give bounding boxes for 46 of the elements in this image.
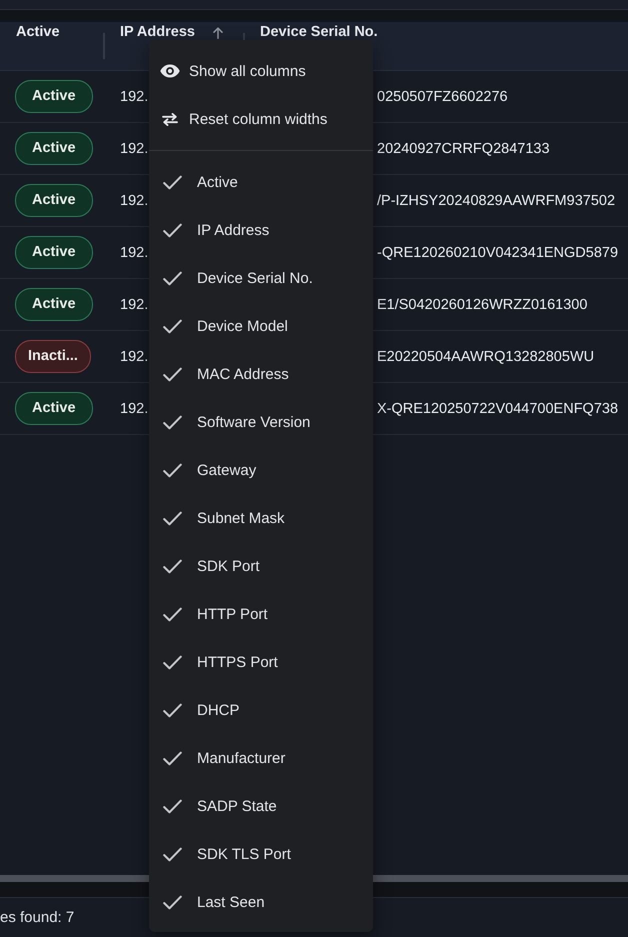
table-cell-text: -QRE120260210V042341ENGD5879 <box>377 244 618 262</box>
status-badge: Active <box>15 236 93 269</box>
menu-item[interactable]: Software Version <box>149 398 373 446</box>
menu-item[interactable]: SDK Port <box>149 542 373 590</box>
table-cell-text: 192. <box>120 400 148 418</box>
menu-item[interactable]: Gateway <box>149 446 373 494</box>
table-cell-text: X-QRE120250722V044700ENFQ738 <box>377 400 618 418</box>
menu-item[interactable]: Subnet Mask <box>149 494 373 542</box>
menu-item[interactable]: SADP State <box>149 782 373 830</box>
table-cell-text: E20220504AAWRQ13282805WU <box>377 348 594 366</box>
status-badge: Active <box>15 80 93 113</box>
table-cell-text: E1/S0420260126WRZZ0161300 <box>377 296 588 314</box>
menu-item[interactable]: Active <box>149 158 373 206</box>
menu-item[interactable]: HTTP Port <box>149 590 373 638</box>
table-cell-text: 192. <box>120 192 148 210</box>
menu-item[interactable]: IP Address <box>149 206 373 254</box>
table-cell-text: 192. <box>120 88 148 106</box>
menu-item[interactable]: Device Serial No. <box>149 254 373 302</box>
column-header[interactable]: IP Address <box>120 24 195 40</box>
table-cell-text: 0250507FZ6602276 <box>377 88 508 106</box>
table-cell-text: 192. <box>120 296 148 314</box>
status-badge: Active <box>15 184 93 217</box>
sort-arrow-icon[interactable] <box>212 27 223 39</box>
status-badge: Active <box>15 288 93 321</box>
menu-item[interactable]: MAC Address <box>149 350 373 398</box>
swap-arrows-icon <box>162 112 178 126</box>
menu-item[interactable]: DHCP <box>149 686 373 734</box>
table-cell-text: 192. <box>120 140 148 158</box>
status-badge: Inacti... <box>15 340 91 373</box>
column-header[interactable]: Device Serial No. <box>260 24 378 40</box>
menu-item[interactable]: SDK TLS Port <box>149 830 373 878</box>
eye-icon <box>160 64 180 78</box>
table-cell-text: /P-IZHSY20240829AAWRFM937502 <box>377 192 616 210</box>
menu-item[interactable]: Reset column widths <box>149 95 373 143</box>
menu-item[interactable]: Last Seen <box>149 878 373 926</box>
table-cell-text: 20240927CRRFQ2847133 <box>377 140 550 158</box>
results-count: es found: 7 <box>0 909 74 926</box>
menu-item[interactable]: Device Model <box>149 302 373 350</box>
table-cell-text: 192. <box>120 348 148 366</box>
table-cell-text: 192. <box>120 244 148 262</box>
menu-item[interactable]: HTTPS Port <box>149 638 373 686</box>
status-badge: Active <box>15 392 93 425</box>
status-badge: Active <box>15 132 93 165</box>
column-header[interactable]: Active <box>16 24 60 40</box>
menu-item[interactable]: Show all columns <box>149 47 373 95</box>
menu-item[interactable]: Manufacturer <box>149 734 373 782</box>
